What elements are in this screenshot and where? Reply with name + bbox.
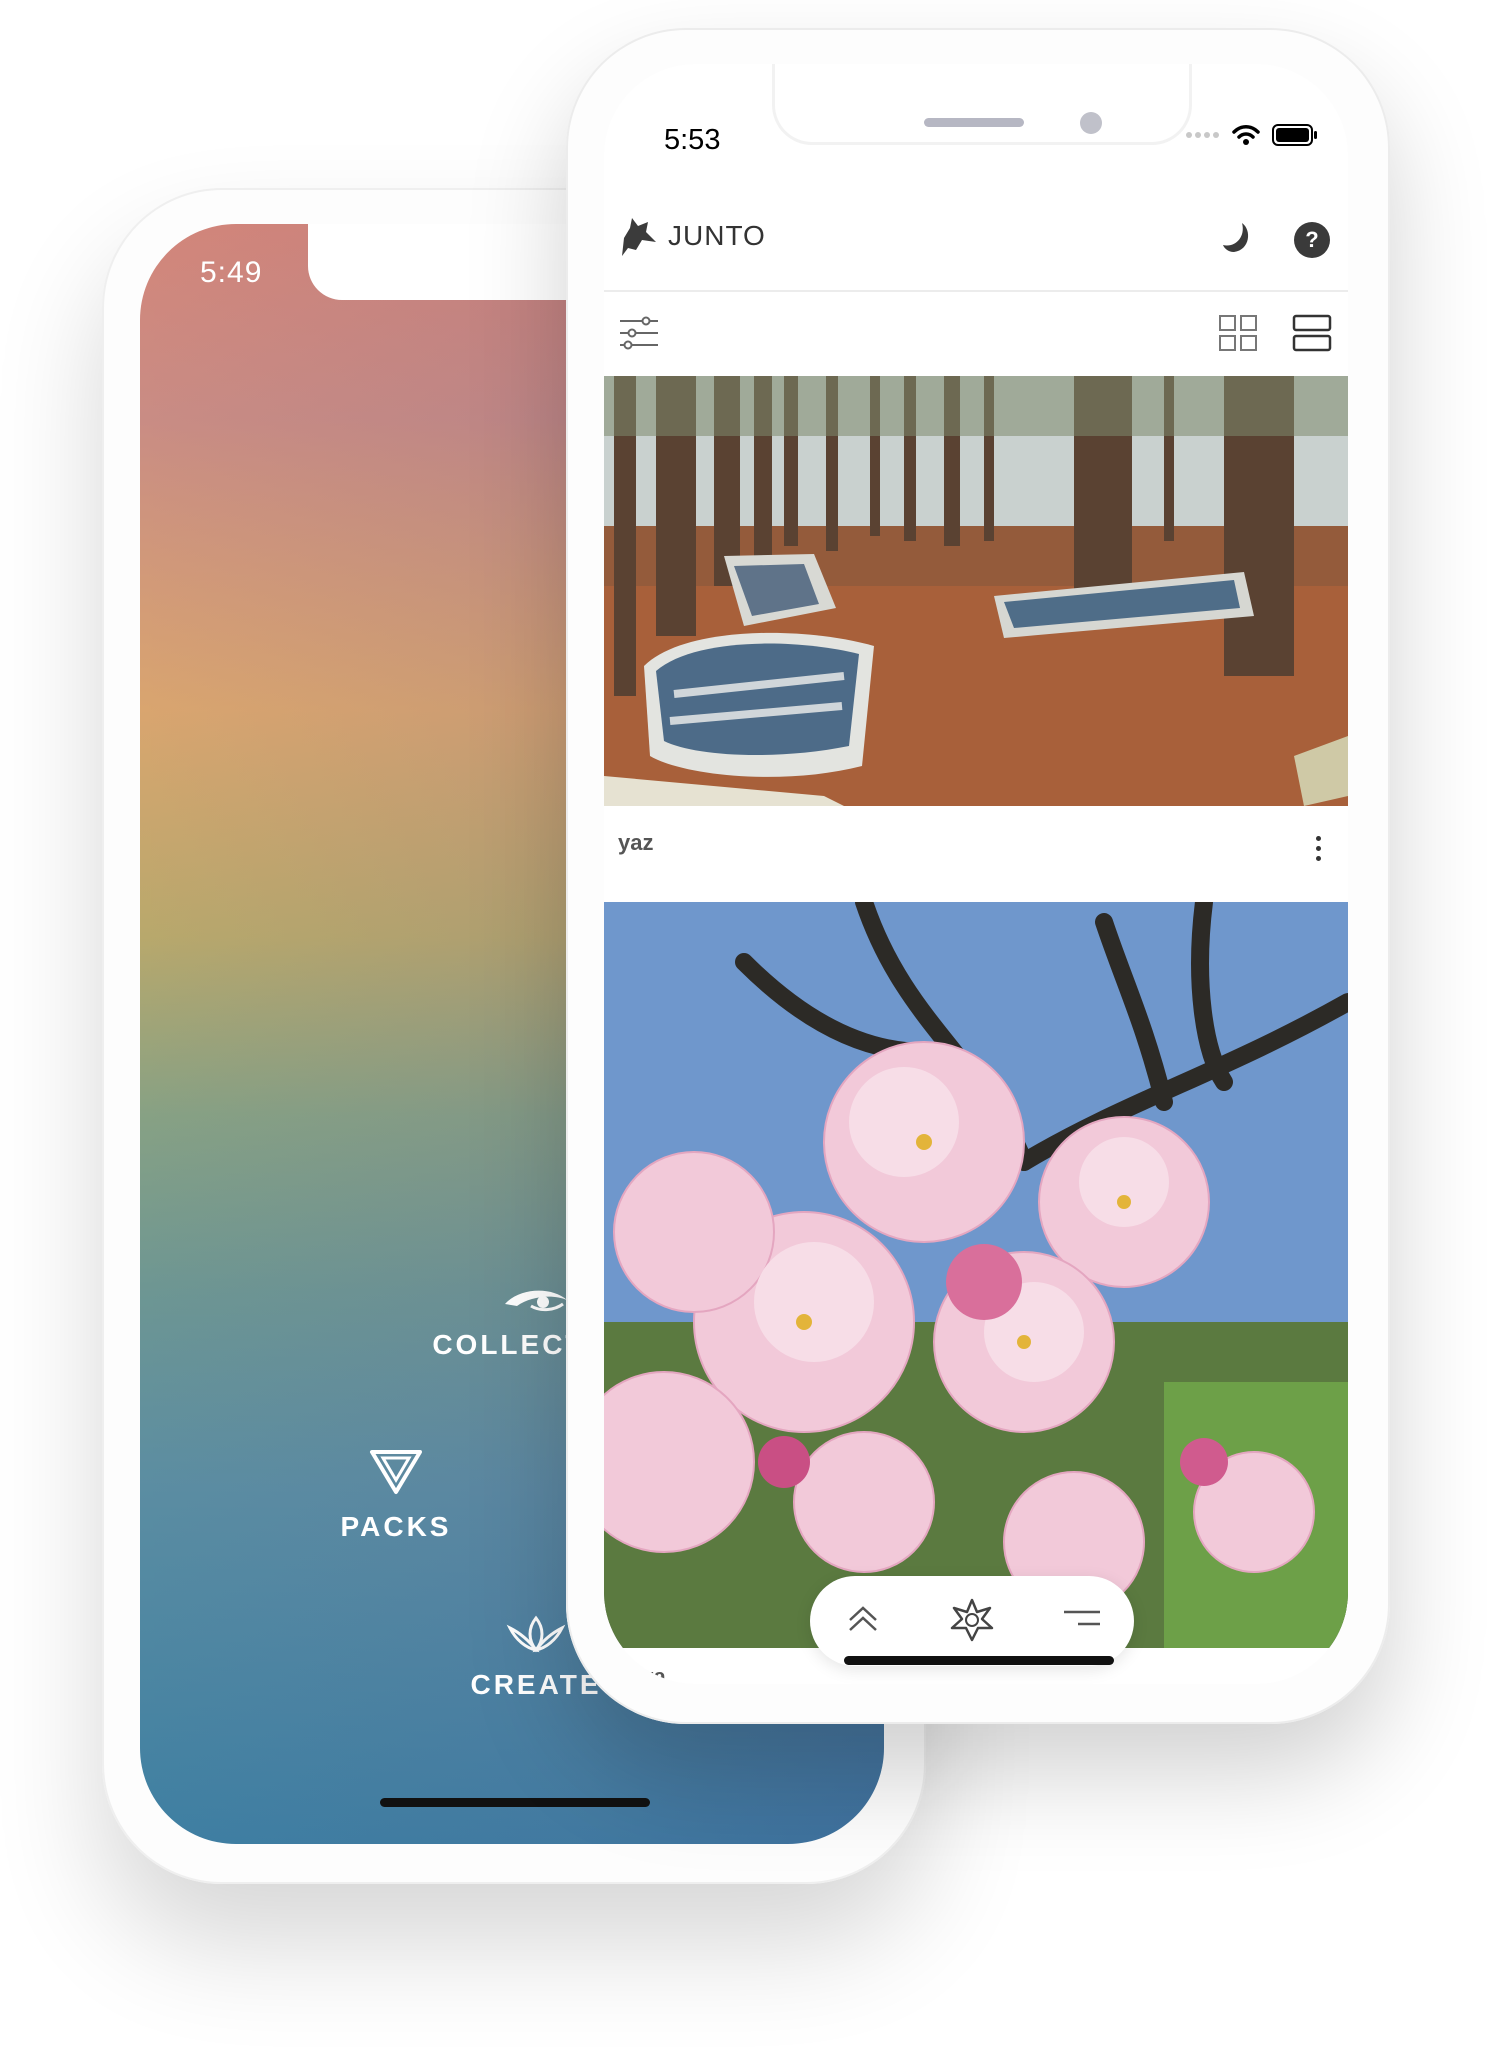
app-title: JUNTO (668, 220, 766, 251)
app-header: JUNTO ? (604, 192, 1348, 292)
battery-icon (1272, 124, 1317, 146)
menu-item-packs[interactable]: PACKS (276, 1448, 516, 1543)
rowboats-photo (604, 376, 1348, 806)
front-phone-screen: 5:53 JUNTO ? yaz dora (604, 64, 1348, 1684)
post-author[interactable]: yaz (618, 830, 653, 856)
chevron-up-icon[interactable] (846, 1600, 880, 1634)
junto-star-icon[interactable] (950, 1598, 994, 1642)
brand[interactable]: JUNTO (618, 214, 766, 258)
lotus-icon (506, 1615, 566, 1653)
more-options-icon[interactable] (1316, 836, 1322, 861)
post-image-rowboats[interactable] (604, 376, 1348, 806)
menu-label: PACKS (340, 1511, 452, 1542)
front-phone: 5:53 JUNTO ? yaz dora (566, 28, 1390, 1724)
home-indicator[interactable] (844, 1656, 1114, 1665)
filter-sliders-icon[interactable] (618, 316, 660, 350)
triangle-icon (370, 1450, 422, 1494)
menu-lines-icon[interactable] (1062, 1608, 1102, 1630)
more-options-icon[interactable] (1316, 1670, 1322, 1684)
cherry-blossom-photo (604, 902, 1348, 1648)
eye-icon (505, 1290, 567, 1312)
status-time: 5:49 (200, 256, 263, 289)
post-image-cherry-blossoms[interactable] (604, 902, 1348, 1648)
wifi-icon (1232, 125, 1260, 145)
list-view-icon[interactable] (1292, 314, 1332, 352)
camera (1080, 112, 1102, 134)
help-button[interactable]: ? (1294, 222, 1330, 258)
signal-icon (1186, 132, 1219, 138)
bottom-nav (810, 1576, 1134, 1666)
grid-view-icon[interactable] (1218, 314, 1258, 352)
status-icons (1186, 124, 1318, 146)
status-time: 5:53 (664, 124, 721, 156)
feed-toolbar (604, 290, 1348, 376)
moon-icon[interactable] (1220, 220, 1256, 256)
post-author[interactable]: dora (618, 1664, 666, 1684)
home-indicator[interactable] (380, 1798, 650, 1807)
notch (772, 64, 1192, 145)
wolf-logo-icon (622, 218, 656, 256)
speaker (924, 118, 1024, 127)
